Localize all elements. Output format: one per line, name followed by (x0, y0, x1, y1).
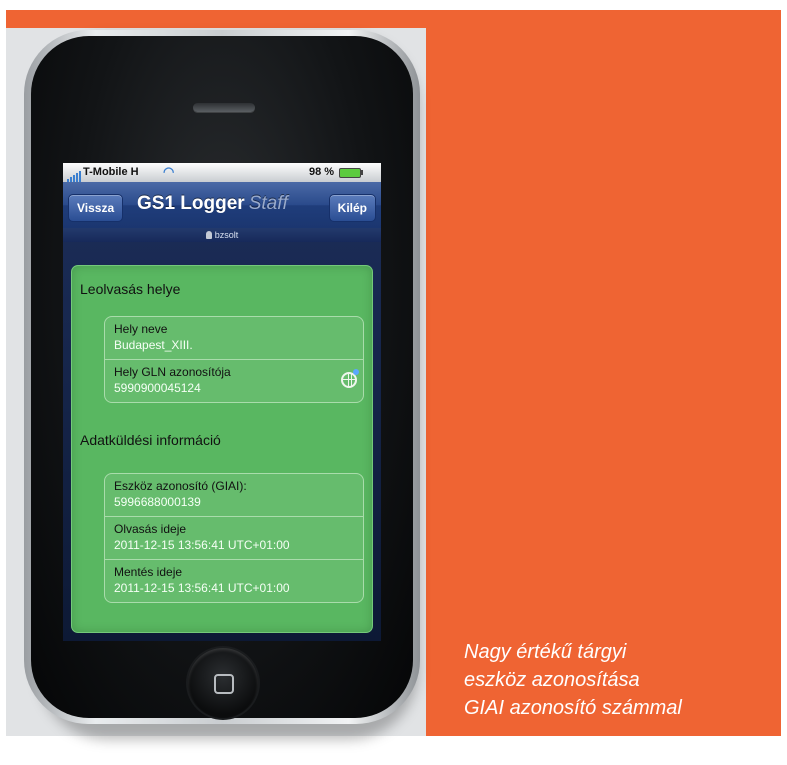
caption-line-2: eszköz azonosítása (464, 669, 640, 691)
orange-caption-panel: Nagy értékű tárgyi eszköz azonosítása GI… (426, 10, 781, 736)
location-name-label: Hely neve (114, 322, 168, 336)
read-time-row: Olvasás ideje 2011-12-15 13:56:41 UTC+01… (105, 516, 363, 559)
caption-line-3: GIAI azonosító számmal (464, 697, 682, 719)
username: bzsolt (214, 230, 239, 240)
asset-id-value: 5996688000139 (114, 495, 201, 509)
home-button-icon (214, 674, 234, 694)
signal-strength-icon (67, 170, 82, 182)
back-button[interactable]: Vissza (68, 194, 124, 222)
save-time-label: Mentés ideje (114, 565, 183, 579)
orange-top-strip (6, 10, 426, 28)
carrier-name: T-Mobile H (83, 166, 139, 178)
save-time-value: 2011-12-15 13:56:41 UTC+01:00 (114, 581, 290, 595)
asset-id-row: Eszköz azonosító (GIAI): 5996688000139 (105, 474, 363, 516)
asset-id-label: Eszköz azonosító (GIAI): (114, 479, 247, 493)
battery-percentage: 98 % (309, 166, 335, 178)
info-card: Leolvasás helye Hely neve Budapest_XIII.… (71, 265, 373, 633)
location-group: Hely neve Budapest_XIII. Hely GLN azonos… (104, 316, 364, 403)
status-bar: T-Mobile H ◠ 98 % (63, 163, 381, 182)
battery-icon (339, 168, 361, 178)
caption-line-1: Nagy értékű tárgyi (464, 641, 627, 663)
location-gln-row[interactable]: Hely GLN azonosítója 5990900045124 (105, 359, 363, 402)
save-time-row: Mentés ideje 2011-12-15 13:56:41 UTC+01:… (105, 559, 363, 602)
battery-nub (361, 170, 363, 175)
location-gln-label: Hely GLN azonosítója (114, 365, 231, 379)
wifi-icon: ◠ (163, 164, 175, 179)
speaker-grille (193, 103, 255, 112)
location-gln-value: 5990900045124 (114, 381, 201, 395)
app-title-suffix: Staff (248, 193, 288, 214)
app-title: GS1 Logger Staff (137, 193, 288, 215)
transfer-section-title: Adatküldési információ (80, 432, 221, 448)
exit-button[interactable]: Kilép (328, 194, 376, 222)
caption-text: Nagy értékű tárgyi eszköz azonosítása GI… (464, 638, 774, 722)
location-name-value: Budapest_XIII. (114, 338, 193, 352)
navigation-bar: Vissza GS1 Logger Staff Kilép (63, 182, 381, 228)
app-title-main: GS1 Logger (137, 193, 245, 214)
globe-badge-icon (353, 369, 359, 375)
user-icon (205, 231, 212, 239)
read-time-value: 2011-12-15 13:56:41 UTC+01:00 (114, 538, 290, 552)
location-section-title: Leolvasás helye (80, 281, 181, 297)
transfer-group: Eszköz azonosító (GIAI): 5996688000139 O… (104, 473, 364, 603)
read-time-label: Olvasás ideje (114, 522, 187, 536)
location-name-row: Hely neve Budapest_XIII. (105, 317, 363, 359)
user-bar: bzsolt (63, 228, 381, 242)
